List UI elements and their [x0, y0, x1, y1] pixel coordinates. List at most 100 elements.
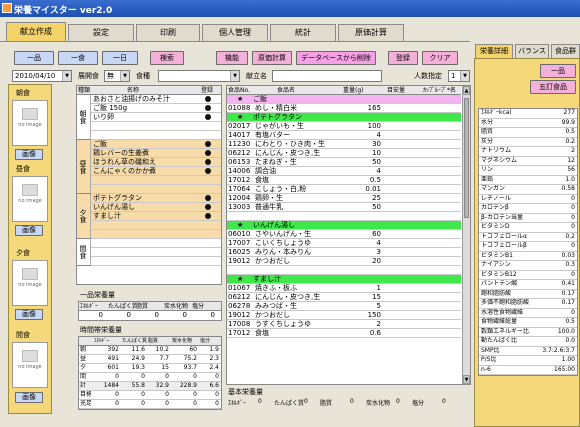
ingredient-row[interactable]: 02017 じゃがいも・生 100	[227, 122, 461, 131]
dinner-image-button[interactable]: 画像	[15, 309, 43, 320]
menu-row[interactable]: いり卵	[91, 113, 221, 122]
function-button[interactable]: 機能	[216, 51, 248, 65]
basic-nutrition-value: 0	[442, 398, 446, 405]
meal-type-select[interactable]: ▼	[158, 70, 240, 82]
food-name: さやいんげん・生	[255, 230, 311, 238]
snack-image-button[interactable]: 画像	[15, 392, 43, 403]
meal-nutrition-header-cell: たんぱく質	[122, 338, 148, 344]
star-icon: ★	[237, 95, 244, 103]
tab-nutrition-detail[interactable]: 栄養詳細	[475, 44, 513, 58]
menu-row[interactable]: いんげん湯し	[91, 203, 221, 212]
one-item-button[interactable]: 一品	[14, 51, 54, 65]
ingredient-row[interactable]	[227, 212, 461, 221]
menu-row[interactable]: 鶏レバーの生姜煮	[91, 149, 221, 158]
ingredient-row[interactable]: 14017 有塩バター 4	[227, 131, 461, 140]
nutrient-name: 亜鉛	[481, 175, 494, 183]
ingredient-row[interactable]: 06212 にんじん・皮つき,生 15	[227, 293, 461, 302]
food-weight: 20	[372, 257, 381, 265]
ingredient-row[interactable]: 17012 食塩 0.5	[227, 176, 461, 185]
ingredient-row[interactable]: 17008 うすくちしょうゆ 2	[227, 320, 461, 329]
menu-row[interactable]	[91, 131, 221, 140]
ingredient-row[interactable]: 06153 たまねぎ・生 50	[227, 158, 461, 167]
dish-header-row[interactable]: ★ すまし汁	[227, 275, 461, 284]
menu-row[interactable]: ご飯 150g	[91, 104, 221, 113]
ingredient-row[interactable]: 06212 にんじん・皮つき,生 10	[227, 149, 461, 158]
ingredient-row[interactable]: 17064 こしょう・白,粉 0.01	[227, 185, 461, 194]
nutrient-value: 1.00	[561, 356, 575, 363]
one-day-button[interactable]: 一日	[102, 51, 138, 65]
ingredient-row[interactable]: 01067 焼きふ・板ふ 1	[227, 284, 461, 293]
food-name: うすくちしょうゆ	[255, 320, 311, 328]
food-no: 13003	[228, 203, 251, 211]
food-database-button[interactable]: 五訂食品	[530, 80, 576, 94]
ingredient-row[interactable]: 06278 みみつば・生 5	[227, 302, 461, 311]
dish-header-row[interactable]: ★ いんげん湯し	[227, 221, 461, 230]
tab-menu-creation[interactable]: 献立作成	[6, 22, 66, 41]
tab-print[interactable]: 印刷	[136, 24, 200, 41]
weight-column-header: 重量(g)	[343, 87, 364, 94]
ippin-table: ｴﾈﾙｷﾞｰ たんぱく質 脂質 炭水化物 塩分 0 0 0 0 0	[78, 301, 222, 321]
nutrient-name: 水分	[481, 118, 494, 126]
tab-cost[interactable]: 原価計算	[338, 24, 404, 41]
menu-row[interactable]: あおさと油揚げのみそ汁	[91, 95, 221, 104]
people-select[interactable]: 1 ▼	[448, 70, 470, 82]
meal-nutrition-value: 1484	[103, 382, 119, 389]
ingredient-row[interactable]: 01088 めし・精白米 165	[227, 104, 461, 113]
tab-balance[interactable]: バランス	[515, 44, 549, 58]
tab-statistics[interactable]: 統計	[270, 24, 336, 41]
menu-row[interactable]	[91, 185, 221, 194]
menu-row[interactable]	[91, 239, 221, 248]
ingredient-row[interactable]: 19012 かつおだし 20	[227, 257, 461, 266]
menu-row[interactable]: こんにゃくのかか煮	[91, 167, 221, 176]
ingredient-row[interactable]	[227, 266, 461, 275]
menu-row[interactable]: すまし汁	[91, 212, 221, 221]
menu-row[interactable]	[91, 230, 221, 239]
ingredient-row[interactable]: 11230 にわとり・ひき肉・生 30	[227, 140, 461, 149]
menu-row[interactable]	[91, 176, 221, 185]
menu-row[interactable]: ご飯	[91, 140, 221, 149]
meal-nutrition-value: 0	[115, 400, 119, 407]
search-button[interactable]: 検索	[150, 51, 184, 65]
menu-row[interactable]: ポテトグラタン	[91, 194, 221, 203]
ingredient-row[interactable]: 12004 鶏卵・生 25	[227, 194, 461, 203]
lunch-image-button[interactable]: 画像	[15, 225, 43, 236]
date-picker[interactable]: 2010/04/10 ▼	[12, 70, 72, 82]
ingredient-row[interactable]: 17007 こいくちしょうゆ 4	[227, 239, 461, 248]
nutrient-name: トコフェロールα	[481, 232, 527, 240]
menu-name: ご飯	[93, 140, 107, 148]
right-one-item-button[interactable]: 一品	[540, 64, 576, 78]
ingredient-scrollbar[interactable]: ▲ ▼	[462, 86, 470, 384]
menu-row[interactable]	[91, 221, 221, 230]
tab-settings[interactable]: 設定	[68, 24, 134, 41]
menu-row[interactable]	[91, 122, 221, 131]
ingredient-row[interactable]: 06010 さやいんげん・生 60	[227, 230, 461, 239]
breakfast-image-button[interactable]: 画像	[15, 149, 43, 160]
nutrient-value: 0	[571, 242, 575, 249]
ingredient-row[interactable]: 16025 みりん・本みりん 3	[227, 248, 461, 257]
menu-row[interactable]: ほうれん草の磯和え	[91, 158, 221, 167]
ingredient-row[interactable]: 14006 調合油 4	[227, 167, 461, 176]
one-meal-button[interactable]: 一食	[58, 51, 98, 65]
tab-personal[interactable]: 個人管理	[202, 24, 268, 41]
dish-header-row[interactable]: ★ ご飯	[227, 95, 461, 104]
food-name: 有塩バター	[255, 131, 290, 139]
scroll-thumb[interactable]	[464, 98, 469, 218]
menu-row[interactable]	[91, 257, 221, 266]
menu-row[interactable]	[91, 248, 221, 257]
food-no: 17008	[228, 320, 251, 328]
delete-from-db-button[interactable]: データベースから削除	[296, 51, 376, 65]
registered-icon	[205, 141, 211, 147]
clear-button[interactable]: クリア	[422, 51, 458, 65]
dish-header-row[interactable]: ★ ポテトグラタン	[227, 113, 461, 122]
ingredient-row[interactable]: 17012 食塩 0.6	[227, 329, 461, 338]
ingredient-row[interactable]: 13003 普通牛乳 50	[227, 203, 461, 212]
staff-select[interactable]: 無 ▼	[104, 70, 130, 82]
menu-name-input[interactable]	[272, 70, 382, 82]
register-button[interactable]: 登録	[388, 51, 418, 65]
nutrient-value: 0.0	[565, 337, 575, 344]
ingredient-row[interactable]: 19012 かつおだし 150	[227, 311, 461, 320]
scroll-up-icon[interactable]: ▲	[463, 86, 470, 95]
tab-food-group[interactable]: 食品群	[551, 44, 580, 58]
cost-calc-button[interactable]: 原価計算	[252, 51, 292, 65]
scroll-down-icon[interactable]: ▼	[463, 375, 470, 384]
